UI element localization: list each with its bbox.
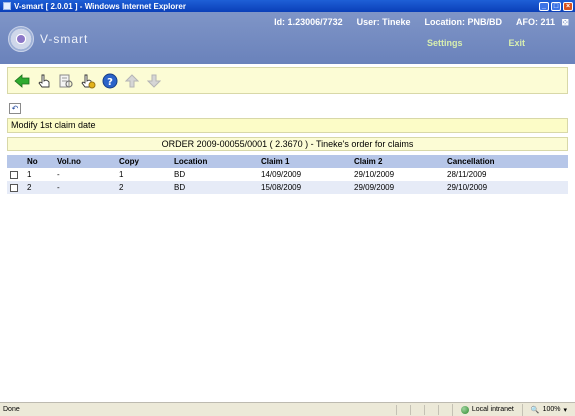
status-cell	[409, 404, 424, 415]
cell-cancellation: 28/11/2009	[444, 168, 568, 181]
status-cell	[437, 404, 452, 415]
session-info: Id: 1.23006/7732 User: Tineke Location: …	[274, 17, 555, 27]
cell-claim2: 29/10/2009	[351, 168, 444, 181]
security-zone[interactable]: Local intranet	[451, 403, 522, 416]
hand-coin-icon[interactable]	[79, 72, 97, 90]
globe-icon	[460, 405, 469, 414]
chevron-down-icon: ▾	[563, 406, 567, 414]
table-row[interactable]: 2 - 2 BD 15/08/2009 29/09/2009 29/10/200…	[7, 181, 568, 194]
row-checkbox-cell	[7, 181, 24, 194]
session-location: Location: PNB/BD	[424, 17, 502, 27]
cell-copy: 2	[116, 181, 171, 194]
cell-claim2: 29/09/2009	[351, 181, 444, 194]
cell-cancellation: 29/10/2009	[444, 181, 568, 194]
app-header: V-smart Id: 1.23006/7732 User: Tineke Lo…	[0, 12, 575, 64]
status-text: Done	[3, 406, 20, 413]
logo-text: V-smart	[40, 32, 89, 46]
minimize-button[interactable]: _	[539, 1, 549, 11]
cell-copy: 1	[116, 168, 171, 181]
settings-link[interactable]: Settings	[427, 38, 463, 48]
header-links: Settings Exit	[427, 38, 525, 48]
vsmart-logo-icon	[8, 26, 34, 52]
ie-app-icon	[3, 2, 11, 10]
page-title: Modify 1st claim date	[7, 118, 568, 133]
document-view-icon[interactable]	[57, 72, 75, 90]
row-checkbox-cell	[7, 168, 24, 181]
window-title: V-smart [ 2.0.01 ] - Windows Internet Ex…	[14, 1, 186, 11]
header-volno: Vol.no	[54, 155, 116, 168]
browser-statusbar: Done Local intranet 🔍 100% ▾	[0, 402, 575, 416]
app-close-icon[interactable]: ⊠	[561, 17, 569, 28]
maximize-button[interactable]: □	[551, 1, 561, 11]
order-info: ORDER 2009-00055/0001 ( 2.3670 ) - Tinek…	[7, 137, 568, 151]
claims-table: No Vol.no Copy Location Claim 1 Claim 2 …	[7, 155, 568, 194]
session-id: Id: 1.23006/7732	[274, 17, 343, 27]
status-cell	[395, 404, 410, 415]
cell-volno: -	[54, 181, 116, 194]
back-arrow-icon[interactable]	[13, 72, 31, 90]
header-cancellation: Cancellation	[444, 155, 568, 168]
zoom-control[interactable]: 🔍 100% ▾	[521, 403, 575, 416]
cell-location: BD	[171, 181, 258, 194]
zoom-icon: 🔍	[530, 406, 540, 414]
zone-label: Local intranet	[471, 406, 514, 413]
arrow-up-icon[interactable]	[123, 72, 141, 90]
session-afo: AFO: 211	[515, 17, 555, 27]
row-checkbox[interactable]	[10, 183, 18, 192]
header-location: Location	[171, 155, 258, 168]
status-cell	[423, 404, 438, 415]
header-no: No	[24, 155, 54, 168]
hand-select-icon[interactable]	[35, 72, 53, 90]
window-close-button[interactable]: ×	[563, 1, 573, 11]
header-claim2: Claim 2	[351, 155, 444, 168]
header-copy: Copy	[116, 155, 171, 168]
cell-no: 1	[24, 168, 54, 181]
header-claim1: Claim 1	[258, 155, 351, 168]
cell-no: 2	[24, 181, 54, 194]
session-user: User: Tineke	[356, 17, 411, 27]
zoom-level: 100%	[542, 406, 561, 413]
undo-icon[interactable]: ↶	[9, 103, 21, 114]
table-header-row: No Vol.no Copy Location Claim 1 Claim 2 …	[7, 155, 568, 168]
browser-titlebar: V-smart [ 2.0.01 ] - Windows Internet Ex…	[0, 0, 575, 12]
cell-claim1: 14/09/2009	[258, 168, 351, 181]
arrow-down-icon[interactable]	[145, 72, 163, 90]
svg-text:?: ?	[107, 77, 113, 88]
row-checkbox[interactable]	[10, 170, 18, 179]
cell-location: BD	[171, 168, 258, 181]
cell-claim1: 15/08/2009	[258, 181, 351, 194]
help-icon[interactable]: ?	[101, 72, 119, 90]
toolbar: ?	[7, 67, 568, 94]
exit-link[interactable]: Exit	[508, 38, 525, 48]
header-select	[7, 155, 24, 168]
table-row[interactable]: 1 - 1 BD 14/09/2009 29/10/2009 28/11/200…	[7, 168, 568, 181]
cell-volno: -	[54, 168, 116, 181]
